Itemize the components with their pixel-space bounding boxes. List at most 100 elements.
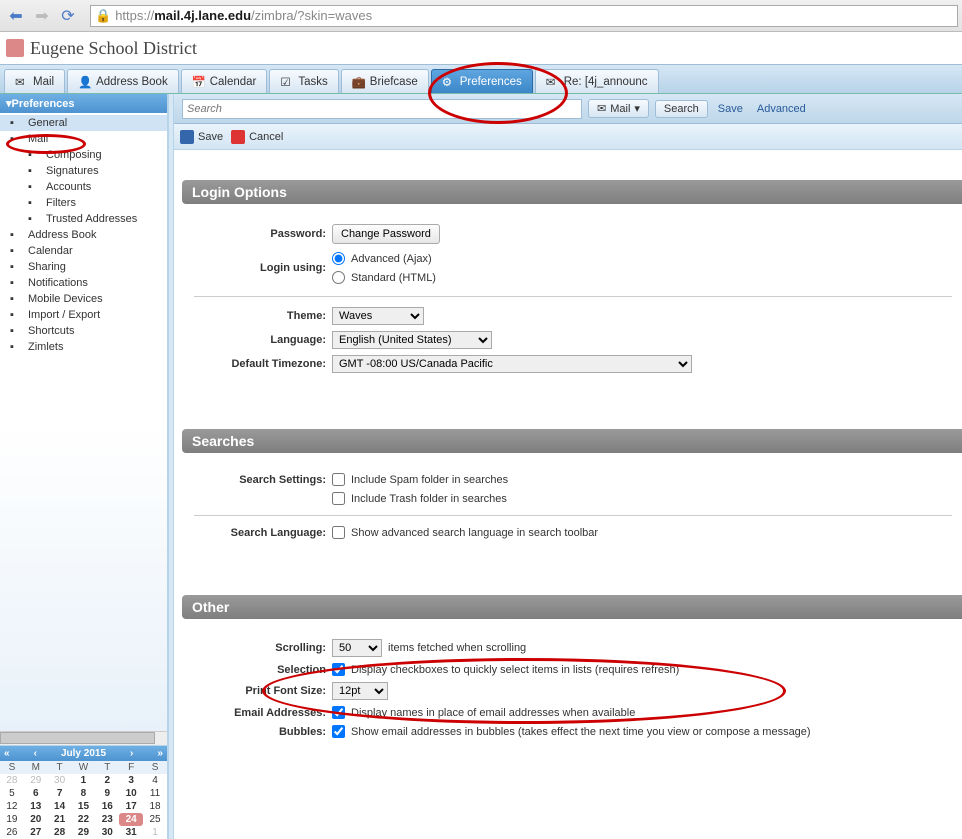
tab-mail[interactable]: ✉Mail [4, 69, 65, 93]
cal-day[interactable]: 20 [24, 813, 48, 826]
tree-icon: ▪ [10, 229, 24, 241]
sidebar-item-signatures[interactable]: ▪Signatures [0, 163, 167, 179]
search-scope-button[interactable]: ✉Mail▾ [588, 99, 649, 118]
forward-button[interactable]: ➡ [30, 4, 54, 28]
cal-day[interactable]: 2 [95, 774, 119, 787]
cal-day[interactable]: 10 [119, 787, 143, 800]
change-password-button[interactable]: Change Password [332, 224, 440, 244]
save-search-link[interactable]: Save [714, 103, 747, 115]
save-button[interactable]: Save [180, 130, 223, 144]
theme-select[interactable]: Waves [332, 307, 424, 325]
tab-preferences[interactable]: ⚙Preferences [431, 69, 533, 93]
cal-prev-month[interactable]: ‹ [34, 748, 37, 759]
language-select[interactable]: English (United States) [332, 331, 492, 349]
cal-day[interactable]: 27 [24, 826, 48, 839]
sidebar-item-trusted-addresses[interactable]: ▪Trusted Addresses [0, 211, 167, 227]
login-advanced-radio[interactable] [332, 252, 345, 265]
sidebar-item-sharing[interactable]: ▪Sharing [0, 259, 167, 275]
font-size-select[interactable]: 12pt [332, 682, 388, 700]
tree-label: Shortcuts [28, 325, 74, 337]
sidebar-hscrollbar[interactable] [0, 731, 167, 745]
cal-day[interactable]: 17 [119, 800, 143, 813]
cal-dow: T [95, 761, 119, 774]
sidebar-item-zimlets[interactable]: ▪Zimlets [0, 339, 167, 355]
tab-briefcase[interactable]: 💼Briefcase [341, 69, 429, 93]
sidebar-item-import-export[interactable]: ▪Import / Export [0, 307, 167, 323]
cal-day[interactable]: 16 [95, 800, 119, 813]
cal-day[interactable]: 29 [72, 826, 96, 839]
cal-day[interactable]: 28 [48, 826, 72, 839]
url-bar[interactable]: 🔒 https:// mail.4j.lane.edu /zimbra/?ski… [90, 5, 958, 27]
cal-day[interactable]: 15 [72, 800, 96, 813]
cancel-button[interactable]: Cancel [231, 130, 283, 144]
timezone-select[interactable]: GMT -08:00 US/Canada Pacific [332, 355, 692, 373]
cal-day[interactable]: 19 [0, 813, 24, 826]
bubbles-checkbox[interactable] [332, 725, 345, 738]
include-trash-checkbox[interactable] [332, 492, 345, 505]
tab-message[interactable]: ✉Re: [4j_announc [535, 69, 659, 93]
include-spam-checkbox[interactable] [332, 473, 345, 486]
cal-day[interactable]: 22 [72, 813, 96, 826]
cal-next-year[interactable]: » [157, 748, 163, 759]
cal-next-month[interactable]: › [130, 748, 133, 759]
reload-button[interactable]: ⟳ [56, 4, 80, 28]
cal-day[interactable]: 25 [143, 813, 167, 826]
search-button[interactable]: Search [655, 100, 708, 118]
sidebar-item-filters[interactable]: ▪Filters [0, 195, 167, 211]
tree-label: Zimlets [28, 341, 63, 353]
cal-day[interactable]: 23 [95, 813, 119, 826]
back-button[interactable]: ⬅ [4, 4, 28, 28]
cal-day[interactable]: 14 [48, 800, 72, 813]
cal-day[interactable]: 30 [95, 826, 119, 839]
cal-day[interactable]: 3 [119, 774, 143, 787]
sidebar-item-calendar[interactable]: ▪Calendar [0, 243, 167, 259]
cal-day[interactable]: 29 [24, 774, 48, 787]
sidebar-item-mail[interactable]: ▪Mail [0, 131, 167, 147]
cal-day[interactable]: 30 [48, 774, 72, 787]
cal-day[interactable]: 21 [48, 813, 72, 826]
cal-day[interactable]: 1 [143, 826, 167, 839]
cal-day[interactable]: 11 [143, 787, 167, 800]
sidebar-item-notifications[interactable]: ▪Notifications [0, 275, 167, 291]
cancel-icon [231, 130, 245, 144]
sidebar-item-composing[interactable]: ▪Composing [0, 147, 167, 163]
cal-day[interactable]: 7 [48, 787, 72, 800]
cal-day[interactable]: 6 [24, 787, 48, 800]
display-names-checkbox[interactable] [332, 706, 345, 719]
tree-icon: ▪ [28, 213, 42, 225]
cal-day[interactable]: 5 [0, 787, 24, 800]
tab-address-book[interactable]: 👤Address Book [67, 69, 179, 93]
selection-checkbox[interactable] [332, 663, 345, 676]
tab-tasks[interactable]: ☑Tasks [269, 69, 338, 93]
cal-day[interactable]: 31 [119, 826, 143, 839]
sidebar-item-shortcuts[interactable]: ▪Shortcuts [0, 323, 167, 339]
tasks-icon: ☑ [280, 75, 294, 89]
tab-calendar[interactable]: 📅Calendar [181, 69, 268, 93]
cal-prev-year[interactable]: « [4, 748, 10, 759]
sidebar-item-accounts[interactable]: ▪Accounts [0, 179, 167, 195]
cal-day[interactable]: 13 [24, 800, 48, 813]
show-adv-search-checkbox[interactable] [332, 526, 345, 539]
search-input[interactable] [182, 99, 582, 119]
pref-scroll[interactable]: Login Options Password: Change Password … [174, 150, 962, 839]
main-tabs: ✉Mail 👤Address Book 📅Calendar ☑Tasks 💼Br… [0, 64, 962, 94]
sidebar-item-address-book[interactable]: ▪Address Book [0, 227, 167, 243]
cal-day[interactable]: 9 [95, 787, 119, 800]
cal-day[interactable]: 12 [0, 800, 24, 813]
advanced-search-link[interactable]: Advanced [753, 103, 810, 115]
login-standard-radio[interactable] [332, 271, 345, 284]
cal-day[interactable]: 1 [72, 774, 96, 787]
sidebar-item-general[interactable]: ▪General [0, 115, 167, 131]
sidebar-item-mobile-devices[interactable]: ▪Mobile Devices [0, 291, 167, 307]
scrolling-select[interactable]: 50 [332, 639, 382, 657]
chevron-down-icon: ▾ [634, 102, 640, 115]
mail-icon: ✉ [15, 75, 29, 89]
cal-day[interactable]: 4 [143, 774, 167, 787]
tree-label: Sharing [28, 261, 66, 273]
cal-day[interactable]: 8 [72, 787, 96, 800]
cal-day[interactable]: 28 [0, 774, 24, 787]
cal-day[interactable]: 24 [119, 813, 143, 826]
cal-day[interactable]: 18 [143, 800, 167, 813]
cal-day[interactable]: 26 [0, 826, 24, 839]
url-path: /zimbra/?skin=waves [251, 8, 372, 23]
